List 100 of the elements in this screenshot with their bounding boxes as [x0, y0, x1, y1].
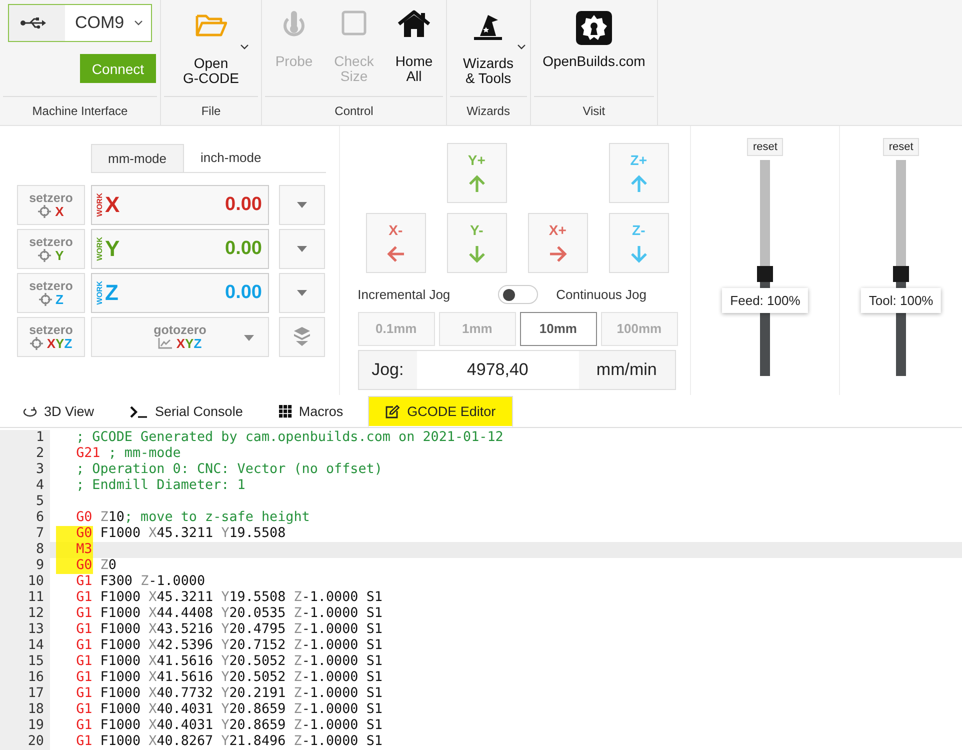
- grid-icon: [278, 405, 292, 418]
- axis-label: Y: [105, 236, 120, 262]
- code-line: G0 F1000 X45.3211 Y19.5508: [76, 526, 286, 541]
- line-number: 2: [0, 446, 50, 462]
- unit-label: mm/min: [578, 350, 675, 389]
- group-label: Machine Interface: [3, 96, 157, 125]
- port-select[interactable]: COM9: [8, 4, 152, 42]
- arrow-icon: [466, 244, 487, 264]
- arrow-icon: [466, 174, 487, 194]
- code-line: G0 Z10; move to z-safe height: [76, 510, 310, 525]
- arrow-icon: [386, 244, 406, 264]
- code-line: G1 F1000 X40.4031 Y20.8659 Z-1.0000 S1: [76, 702, 382, 717]
- port-value: COM9: [75, 13, 126, 33]
- line-number: 12: [0, 606, 50, 622]
- caret-icon: [297, 246, 307, 252]
- group-label: Wizards: [450, 96, 527, 125]
- toggle-label: Continuous Jog: [556, 287, 646, 302]
- code-line: G1 F1000 X42.5396 Y20.7152 Z-1.0000 S1: [76, 638, 382, 653]
- home-icon: [397, 10, 431, 38]
- axis-value: 0.00: [224, 194, 263, 216]
- reset-button[interactable]: reset: [882, 138, 920, 156]
- line-number: 13: [0, 622, 50, 638]
- slider-thumb[interactable]: [757, 266, 774, 282]
- line-number: 4: [0, 478, 50, 494]
- unit-tab[interactable]: mm-mode: [91, 144, 184, 172]
- jog-rate-field[interactable]: Jog: 4978,40 mm/min: [358, 350, 676, 390]
- gear-icon: [574, 10, 613, 46]
- chevron-icon: [134, 20, 143, 26]
- code-line: M3: [76, 542, 92, 557]
- toolbar-button[interactable]: Open G-CODE: [165, 0, 257, 96]
- line-number: 17: [0, 686, 50, 702]
- layers-button[interactable]: [279, 316, 325, 357]
- folder-icon: [195, 12, 227, 38]
- line-number: 20: [0, 734, 50, 750]
- slider-thumb[interactable]: [893, 266, 910, 282]
- square-icon: [341, 10, 367, 36]
- crosshair-icon: [38, 205, 52, 218]
- field-label: Jog:: [358, 350, 417, 389]
- code-line: G1 F1000 X40.7732 Y20.2191 Z-1.0000 S1: [76, 686, 382, 701]
- chevron-icon: [240, 44, 249, 50]
- code-line: ; Endmill Diameter: 1: [76, 478, 246, 493]
- line-number: 16: [0, 670, 50, 686]
- axis-label: Z: [105, 280, 118, 306]
- tab[interactable]: Macros: [268, 396, 354, 427]
- line-number: 6: [0, 510, 50, 526]
- caret-icon: [297, 290, 307, 296]
- code-line: G1 F1000 X43.5216 Y20.4795 Z-1.0000 S1: [76, 622, 382, 637]
- code-line: G21 ; mm-mode: [76, 446, 181, 461]
- arrow-icon: [628, 174, 649, 194]
- setzero-button[interactable]: setzero XYZ: [17, 316, 85, 357]
- crosshair-icon: [38, 249, 52, 262]
- chart-icon: [158, 338, 172, 350]
- arrow-icon: [628, 244, 649, 264]
- code-line: G0 Z0: [76, 558, 116, 573]
- line-number: 14: [0, 638, 50, 654]
- toggle-switch[interactable]: [498, 285, 538, 304]
- code-line: G1 F1000 X40.8267 Y21.8496 Z-1.0000 S1: [76, 734, 382, 749]
- value-tooltip: Tool: 100%: [860, 288, 942, 314]
- tab[interactable]: 3D View: [12, 396, 106, 427]
- reset-button[interactable]: reset: [746, 138, 784, 156]
- code-line: G1 F1000 X41.5616 Y20.5052 Z-1.0000 S1: [76, 654, 382, 669]
- tab[interactable]: GCODE Editor: [368, 396, 513, 427]
- value-tooltip: Feed: 100%: [722, 288, 808, 314]
- line-number: 3: [0, 462, 50, 478]
- line-number: 1: [0, 430, 50, 446]
- code-line: G1 F300 Z-1.0000: [76, 574, 206, 589]
- step-button[interactable]: 10mm: [520, 312, 597, 346]
- code-line: G1 F1000 X40.4031 Y20.8659 Z-1.0000 S1: [76, 718, 382, 733]
- toolbar-button[interactable]: OpenBuilds.com: [534, 0, 654, 96]
- arrow-icon: [548, 244, 568, 264]
- tab[interactable]: Serial Console: [119, 396, 254, 427]
- gotozero-button[interactable]: gotozero XYZ: [91, 316, 269, 357]
- crosshair-icon: [30, 337, 43, 350]
- toolbar-button[interactable]: Wizards & Tools: [451, 0, 526, 96]
- code-line: G1 F1000 X45.3211 Y19.5508 Z-1.0000 S1: [76, 590, 382, 605]
- axis-label: X: [105, 192, 120, 218]
- code-line: ; Operation 0: CNC: Vector (no offset): [76, 462, 382, 477]
- line-number: 15: [0, 654, 50, 670]
- caret-icon: [297, 202, 307, 208]
- layers-icon: [294, 326, 310, 347]
- code-line: G1 F1000 X41.5616 Y20.5052 Z-1.0000 S1: [76, 670, 382, 685]
- code-line: G1 F1000 X44.4408 Y20.0535 Z-1.0000 S1: [76, 606, 382, 621]
- axis-value: 0.00: [224, 238, 263, 260]
- axis-value: 0.00: [224, 282, 263, 304]
- chevron-icon: [517, 44, 526, 50]
- toggle-label: Incremental Jog: [358, 287, 450, 302]
- group-label: Visit: [534, 96, 654, 125]
- line-number: 19: [0, 718, 50, 734]
- line-number: 10: [0, 574, 50, 590]
- crosshair-icon: [38, 293, 52, 306]
- rotate-icon: [23, 406, 37, 418]
- toolbar-button[interactable]: Home All: [386, 0, 442, 96]
- wizard-hat-icon: [472, 12, 504, 42]
- line-number: 7: [0, 526, 50, 542]
- code-line: ; GCODE Generated by cam.openbuilds.com on 2021-01-12: [76, 430, 504, 445]
- line-number: 18: [0, 702, 50, 718]
- line-number: 9: [0, 558, 50, 574]
- edit-icon: [385, 404, 400, 418]
- caret-icon: [244, 334, 254, 341]
- setzero-button[interactable]: setzero X: [17, 184, 85, 225]
